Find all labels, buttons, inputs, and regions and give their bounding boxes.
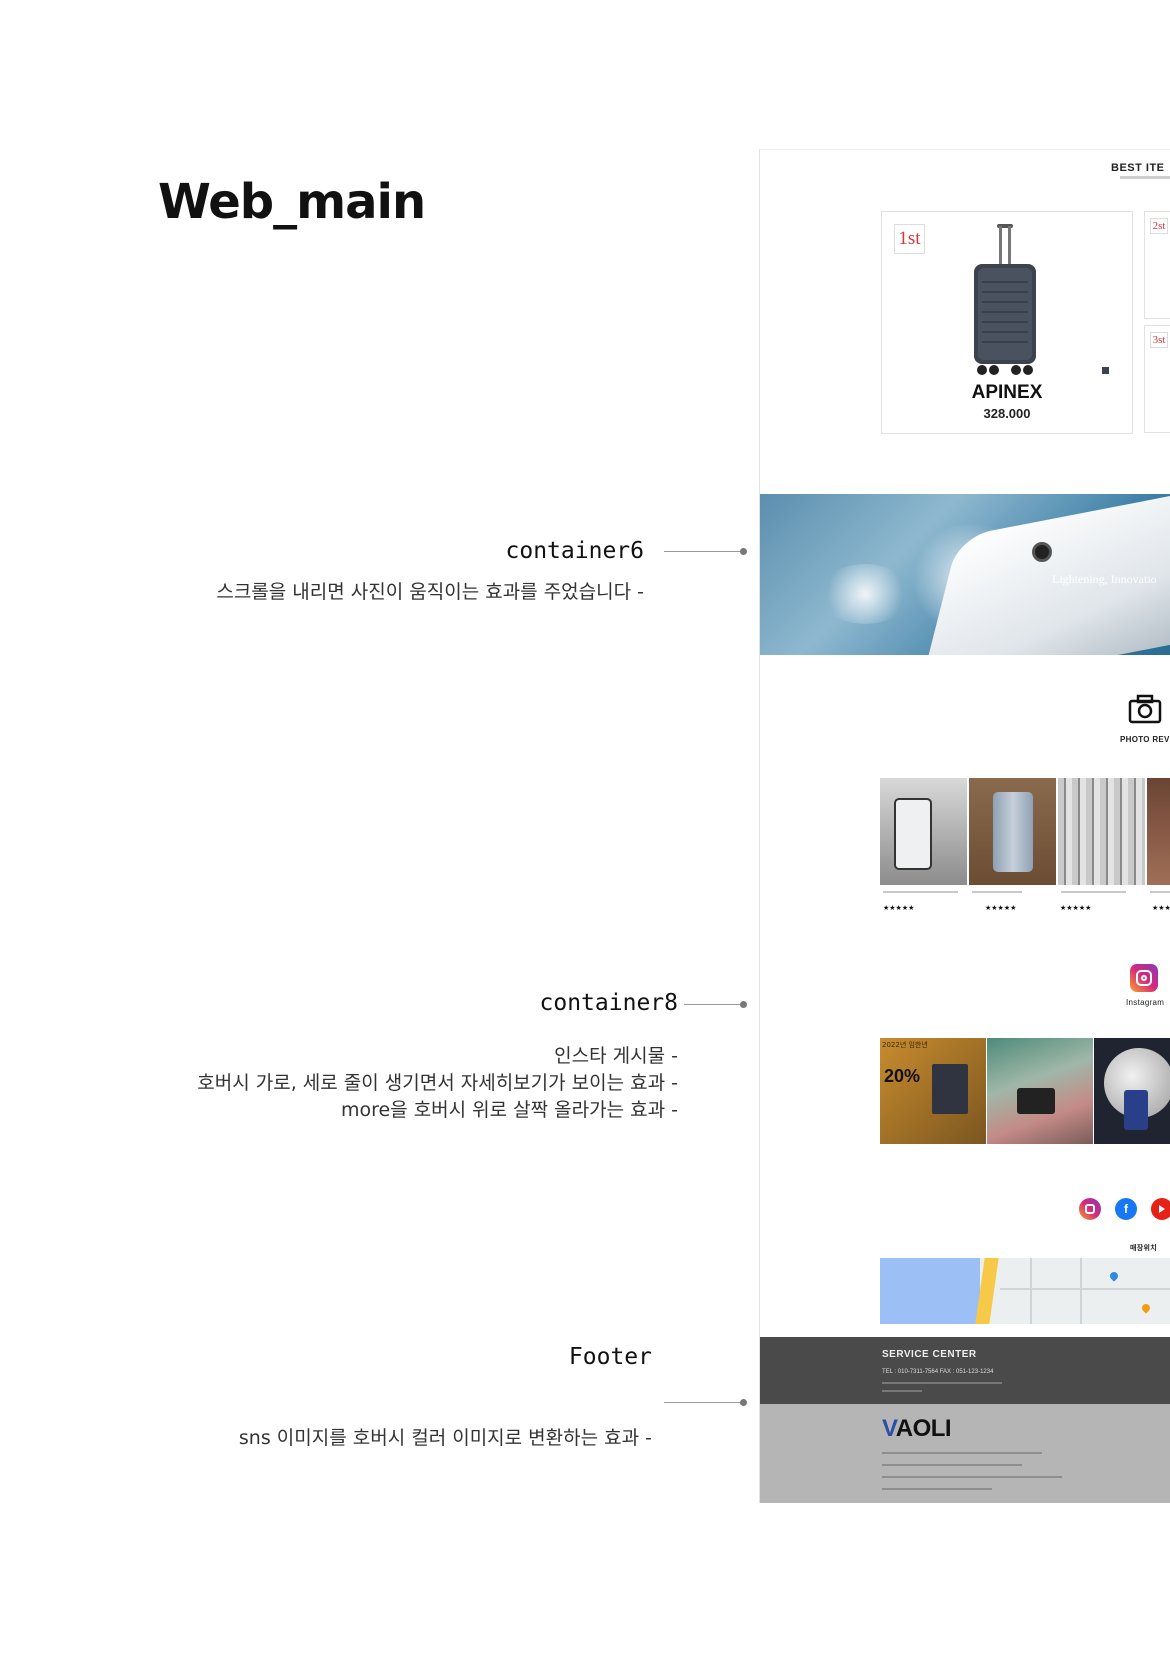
container6-title: container6 [505,538,644,564]
review-photo-3[interactable] [1058,778,1145,885]
review-stars-3: ★★★★★ [1060,904,1092,912]
product-name: APINEX [971,382,1043,403]
logo-mark: V [882,1415,896,1442]
instagram-icon[interactable] [1130,964,1158,992]
insta-post-3[interactable] [1094,1038,1170,1144]
insta-post-1[interactable]: 2022년 임한년 20% [880,1038,986,1144]
container8-title: container8 [539,990,678,1016]
review-stars-4: ★★★ [1152,904,1170,912]
product-price: 328.000 [983,406,1031,421]
instagram-icon[interactable] [1079,1198,1101,1220]
page-title: Web_main [158,174,426,230]
container8-leader-line [684,1001,747,1008]
review-photo-2[interactable] [969,778,1056,885]
website-mockup: BEST ITE 1st APINEX 328.000 2st 3st Ligh… [759,149,1170,1503]
service-center-title: SERVICE CENTER [882,1349,977,1360]
color-swatch[interactable] [1102,367,1109,374]
facebook-icon[interactable]: f [1115,1198,1137,1220]
service-center-tel: TEL : 010-7311-7564 FAX : 051-123-1234 [882,1369,994,1375]
best-item-heading: BEST ITE [1111,162,1165,174]
suitcase-image [974,224,1036,375]
map-pin-icon [1140,1302,1152,1314]
best-product-card[interactable]: 1st APINEX 328.000 [881,211,1133,434]
footer-logo[interactable]: VAOLI [882,1415,952,1443]
third-product-card[interactable]: 3st [1144,325,1170,433]
footer-title: Footer [568,1344,652,1370]
container8-desc-line3: more을 호버시 위로 살짝 올라가는 효과 - [340,1099,678,1121]
review-photo-1[interactable] [880,778,967,885]
map-pin-icon [1108,1270,1120,1282]
logo-text: AOLI [895,1415,952,1442]
banner-caption: Lightening, Innovatio [1052,572,1157,586]
second-product-card[interactable]: 2st [1144,211,1170,319]
review-photo-4[interactable] [1147,778,1170,885]
store-location-label: 매장위치 [1130,1245,1157,1252]
container6-parallax-banner: Lightening, Innovatio [760,494,1170,655]
suitcase-wheel-icon [1032,542,1052,562]
youtube-icon[interactable] [1151,1198,1170,1220]
container8-desc-line1: 인스타 게시물 - [554,1045,678,1067]
camera-icon [1128,694,1162,724]
rank-badge: 1st [894,224,925,254]
store-location-map[interactable] [880,1258,1170,1324]
insta-post-2[interactable] [987,1038,1093,1144]
insta-promo-year: 2022년 임한년 [882,1041,928,1049]
instagram-label: Instagram [1126,998,1165,1007]
review-stars-1: ★★★★★ [883,904,915,912]
photo-review-label: PHOTO REVI [1120,735,1170,744]
review-stars-2: ★★★★★ [985,904,1017,912]
container6-desc: 스크롤을 내리면 사진이 움직이는 효과를 주었습니다 - [216,581,644,603]
rank-badge-3: 3st [1150,332,1168,348]
footer-leader-line [664,1399,747,1406]
insta-promo-discount: 20% [884,1066,921,1086]
container6-leader-line [664,548,747,555]
best-item-subtitle [1120,176,1170,179]
footer-desc: sns 이미지를 호버시 컬러 이미지로 변환하는 효과 - [238,1427,652,1449]
rank-badge-2: 2st [1150,218,1168,234]
container8-desc-line2: 호버시 가로, 세로 줄이 생기면서 자세히보기가 보이는 효과 - [197,1072,678,1094]
